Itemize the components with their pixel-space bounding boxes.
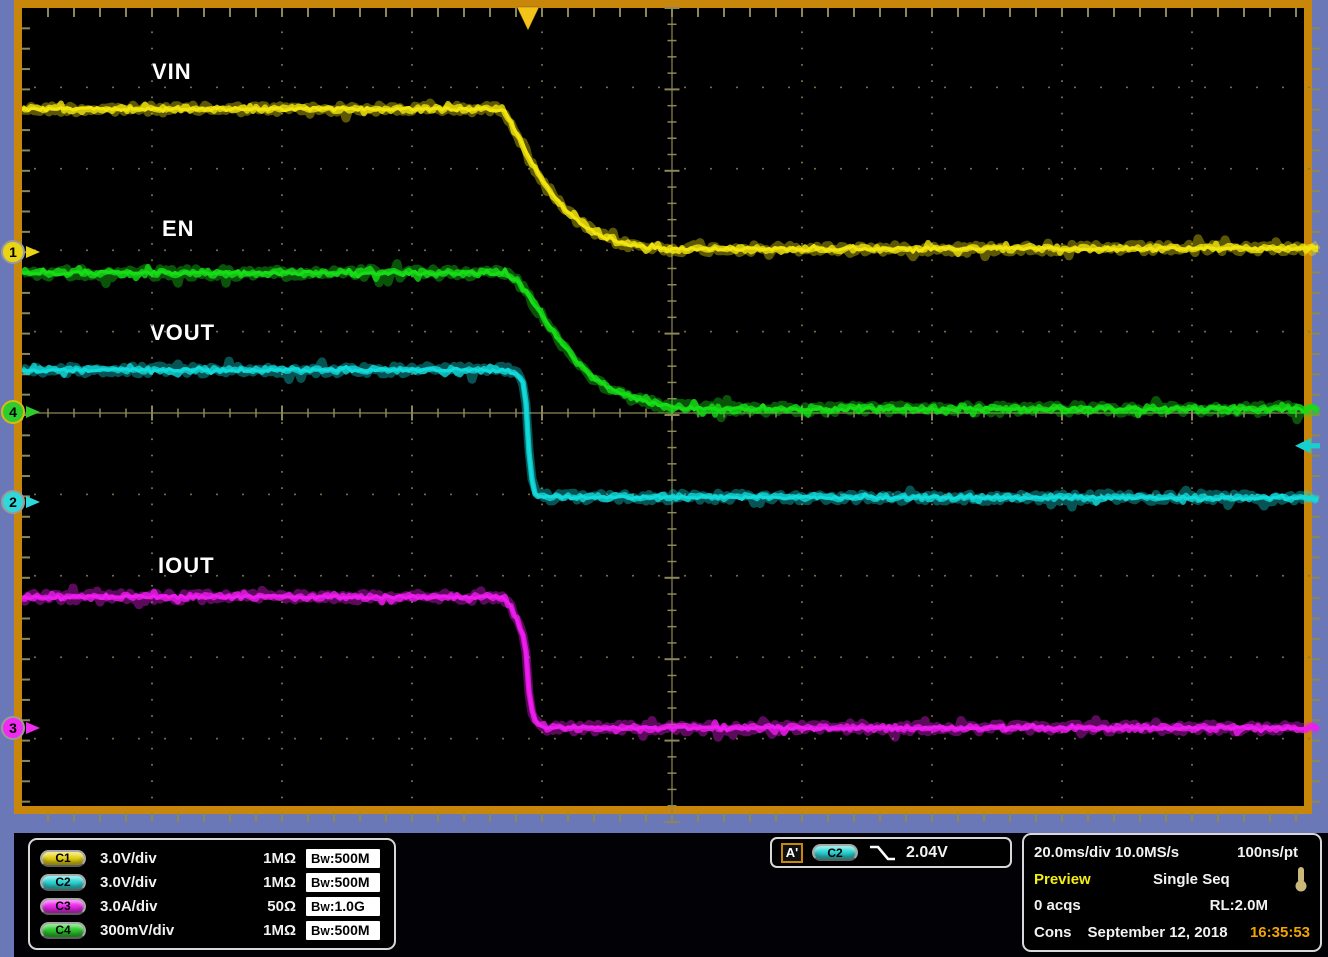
trigger-panel[interactable]: A' C2 2.04V xyxy=(770,837,1012,868)
cons-label: Cons xyxy=(1034,924,1072,941)
channel-marker-2[interactable]: 2 xyxy=(1,490,41,514)
channel-row-c3: C3 3.0A/div 50Ω BW:1.0G xyxy=(40,894,384,918)
channel-settings-panel: C1 3.0V/div 1MΩ BW:500M C2 3.0V/div 1MΩ … xyxy=(28,838,396,950)
datetime-row: Cons September 12, 2018 16:35:53 xyxy=(1034,920,1310,946)
preview-status: Preview xyxy=(1034,871,1091,888)
channel-marker-arrow-icon xyxy=(26,246,40,258)
channel-marker-number: 4 xyxy=(1,400,25,424)
channel-scale: 300mV/div xyxy=(100,922,238,939)
bandwidth-box-c3[interactable]: BW:1.0G xyxy=(306,897,380,916)
channel-marker-number: 3 xyxy=(1,716,25,740)
record-length: RL:2.0M xyxy=(1210,897,1268,914)
channel-pill-c3[interactable]: C3 xyxy=(40,898,86,915)
bandwidth-box-c4[interactable]: BW:500M xyxy=(306,921,380,940)
channel-pill-c4[interactable]: C4 xyxy=(40,922,86,939)
channel-pill-c1[interactable]: C1 xyxy=(40,850,86,867)
oscilloscope-screen: VIN EN VOUT IOUT 1423 C1 3.0V/div 1MΩ BW… xyxy=(0,0,1328,957)
channel-marker-arrow-icon xyxy=(26,722,40,734)
trigger-source-pill[interactable]: C2 xyxy=(812,844,858,861)
channel-impedance: 50Ω xyxy=(238,898,296,915)
channel-pill-c2[interactable]: C2 xyxy=(40,874,86,891)
timebase-row: 20.0ms/div 10.0MS/s 100ns/pt xyxy=(1034,839,1310,865)
channel-scale: 3.0V/div xyxy=(100,874,238,891)
acquisition-panel: 20.0ms/div 10.0MS/s 100ns/pt Preview Sin… xyxy=(1022,833,1322,952)
channel-impedance: 1MΩ xyxy=(238,850,296,867)
channel-marker-4[interactable]: 4 xyxy=(1,400,41,424)
acqs-row: 0 acqs RL:2.0M xyxy=(1034,893,1310,919)
channel-row-c1: C1 3.0V/div 1MΩ BW:500M xyxy=(40,846,384,870)
channel-marker-arrow-icon xyxy=(26,496,40,508)
channel-marker-3[interactable]: 3 xyxy=(1,716,41,740)
mode-row: Preview Single Seq xyxy=(1034,866,1310,892)
status-bar: C1 3.0V/div 1MΩ BW:500M C2 3.0V/div 1MΩ … xyxy=(14,833,1328,957)
channel-impedance: 1MΩ xyxy=(238,874,296,891)
channel-scale: 3.0V/div xyxy=(100,850,238,867)
channel-scale: 3.0A/div xyxy=(100,898,238,915)
channel-marker-number: 2 xyxy=(1,490,25,514)
channel-row-c4: C4 300mV/div 1MΩ BW:500M xyxy=(40,918,384,942)
channel-marker-1[interactable]: 1 xyxy=(1,240,41,264)
acqs-count: 0 acqs xyxy=(1034,897,1081,914)
thermometer-icon xyxy=(1292,866,1310,892)
bandwidth-box-c1[interactable]: BW:500M xyxy=(306,849,380,868)
clock-value: 16:35:53 xyxy=(1250,924,1310,941)
bandwidth-box-c2[interactable]: BW:500M xyxy=(306,873,380,892)
falling-edge-icon xyxy=(867,843,897,863)
date-value: September 12, 2018 xyxy=(1088,924,1228,941)
channel-marker-arrow-icon xyxy=(26,406,40,418)
channel-impedance: 1MΩ xyxy=(238,922,296,939)
resolution-value: 100ns/pt xyxy=(1237,844,1298,861)
sequence-mode: Single Seq xyxy=(1153,871,1230,888)
channel-marker-number: 1 xyxy=(1,240,25,264)
timebase-value: 20.0ms/div 10.0MS/s xyxy=(1034,844,1179,861)
channel-row-c2: C2 3.0V/div 1MΩ BW:500M xyxy=(40,870,384,894)
trigger-a-badge[interactable]: A' xyxy=(781,843,803,863)
trigger-level-value: 2.04V xyxy=(906,844,948,862)
channel-reference-markers: 1 4 2 3 xyxy=(0,0,1328,830)
